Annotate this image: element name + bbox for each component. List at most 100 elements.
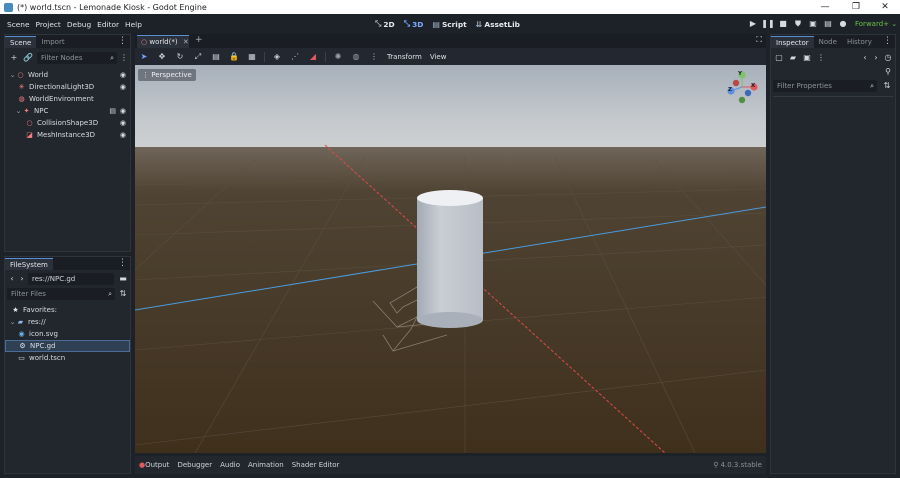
toolbar-separator — [325, 51, 326, 62]
maximize-button[interactable]: ❐ — [841, 0, 871, 14]
menu-help[interactable]: Help — [122, 20, 145, 29]
gizmo-y-label: Y — [738, 71, 742, 77]
transform-menu[interactable]: Transform — [387, 53, 422, 61]
tab-import[interactable]: Import — [36, 36, 69, 48]
bottom-panel-bar: ●Output Debugger Audio Animation Shader … — [135, 456, 766, 474]
perspective-menu[interactable]: ⋮ Perspective — [138, 69, 196, 81]
list-select-icon[interactable]: ▤ — [210, 51, 222, 63]
tab-filesystem[interactable]: FileSystem — [5, 258, 53, 270]
play-custom-scene-icon[interactable]: ▤ — [821, 17, 835, 31]
scene-tab-world[interactable]: ○ world(*) ✕ — [137, 35, 189, 48]
movie-maker-icon[interactable]: ● — [836, 17, 850, 31]
filesystem-dock-menu-icon[interactable]: ⋮ — [118, 258, 127, 268]
tab-assetlib[interactable]: ⇊ AssetLib — [476, 19, 520, 29]
sort-icon[interactable]: ⇅ — [117, 288, 129, 300]
forward-arrow-icon[interactable]: › — [16, 273, 28, 285]
property-options-icon[interactable]: ⇅ — [881, 80, 893, 92]
fs-item-icon-svg[interactable]: ◉ icon.svg — [5, 328, 130, 340]
rotate-mode-icon[interactable]: ↻ — [174, 51, 186, 63]
tab-inspector[interactable]: Inspector — [771, 36, 814, 48]
fs-item-res[interactable]: ⌄ ▰ res:// — [5, 316, 130, 328]
scene-dock-menu-icon[interactable]: ⋮ — [118, 36, 127, 46]
local-space-icon[interactable]: ◈ — [271, 51, 283, 63]
object-history-icon[interactable]: ◷ — [882, 52, 894, 64]
play-icon[interactable]: ▶ — [746, 17, 760, 31]
add-scene-tab-button[interactable]: + — [195, 35, 203, 45]
visibility-eye-icon[interactable]: ◉ — [120, 117, 126, 129]
scene-tree-options-icon[interactable]: ⋮ — [118, 52, 130, 64]
pause-icon[interactable]: ❚❚ — [761, 17, 775, 31]
node-settings-icon[interactable]: ⚲ — [882, 66, 894, 78]
camera-override-icon[interactable]: ◢ — [307, 51, 319, 63]
minimize-button[interactable]: — — [810, 0, 840, 14]
visibility-eye-icon[interactable]: ◉ — [120, 105, 126, 117]
visibility-eye-icon[interactable]: ◉ — [120, 69, 126, 81]
tab-node[interactable]: Node — [814, 36, 842, 48]
menu-scene[interactable]: Scene — [4, 20, 33, 29]
filter-properties-input[interactable]: Filter Properties ⌕ — [773, 80, 877, 92]
distraction-free-icon[interactable]: ⛶ — [756, 35, 762, 45]
renderer-select[interactable]: Forward+ ⌄ — [855, 20, 897, 28]
remote-debug-icon[interactable]: ⛊ — [791, 17, 805, 31]
preview-options-icon[interactable]: ⋮ — [368, 51, 380, 63]
script-attached-icon[interactable]: ▤ — [109, 105, 116, 117]
toggle-split-mode-icon[interactable]: ▬ — [117, 273, 129, 285]
tab-history[interactable]: History — [842, 36, 877, 48]
open-resource-icon[interactable]: ▰ — [787, 52, 799, 64]
fs-item-favorites[interactable]: ★ Favorites: — [5, 304, 130, 316]
instance-scene-icon[interactable]: 🔗 — [22, 52, 34, 64]
group-icon[interactable]: ▦ — [246, 51, 258, 63]
play-scene-icon[interactable]: ▣ — [806, 17, 820, 31]
filter-files-input[interactable]: Filter Files ⌕ — [7, 288, 115, 300]
close-tab-icon[interactable]: ✕ — [183, 38, 189, 46]
output-tab[interactable]: ●Output — [139, 461, 169, 469]
tree-node-collisionshape3d[interactable]: ○ CollisionShape3D ◉ — [5, 117, 130, 129]
tree-node-world[interactable]: ⌄ ○ World ◉ — [5, 69, 130, 81]
resource-options-icon[interactable]: ⋮ — [815, 52, 827, 64]
environment-preview-icon[interactable]: ◍ — [350, 51, 362, 63]
filter-nodes-input[interactable]: Filter Nodes ⌕ — [37, 52, 117, 64]
viewport-3d[interactable]: Y X Z ⋮ Perspective — [135, 65, 766, 453]
menu-editor[interactable]: Editor — [94, 20, 122, 29]
scene-tabs: ○ world(*) ✕ + ⛶ — [135, 34, 766, 48]
sun-preview-icon[interactable]: ✺ — [332, 51, 344, 63]
save-resource-icon[interactable]: ▣ — [801, 52, 813, 64]
tab-scene[interactable]: Scene — [5, 36, 37, 48]
tree-node-directionallight3d[interactable]: ✳ DirectionalLight3D ◉ — [5, 81, 130, 93]
add-node-icon[interactable]: + — [8, 52, 20, 64]
search-icon: ⌕ — [110, 54, 114, 62]
close-button[interactable]: ✕ — [870, 0, 900, 14]
new-resource-icon[interactable]: ▢ — [773, 52, 785, 64]
search-icon: ⌕ — [108, 290, 112, 298]
light-icon: ✳ — [18, 83, 25, 91]
inspector-dock-menu-icon[interactable]: ⋮ — [883, 36, 892, 46]
menu-debug[interactable]: Debug — [64, 20, 94, 29]
audio-tab[interactable]: Audio — [220, 461, 240, 469]
visibility-eye-icon[interactable]: ◉ — [120, 81, 126, 93]
lock-icon[interactable]: 🔒 — [228, 51, 240, 63]
select-mode-icon[interactable]: ➤ — [138, 51, 150, 63]
path-field[interactable]: res://NPC.gd — [28, 273, 114, 285]
fs-item-world-tscn[interactable]: ▭ world.tscn — [5, 352, 130, 364]
move-mode-icon[interactable]: ✥ — [156, 51, 168, 63]
view-menu[interactable]: View — [430, 53, 447, 61]
fs-item-npc-gd[interactable]: ⚙ NPC.gd — [5, 340, 130, 352]
debugger-tab[interactable]: Debugger — [177, 461, 212, 469]
tab-2d[interactable]: ⤡ 2D — [375, 19, 395, 29]
tree-node-meshinstance3d[interactable]: ◪ MeshInstance3D ◉ — [5, 129, 130, 141]
godot-app-icon — [4, 2, 13, 12]
search-icon: ⌕ — [870, 82, 874, 90]
menu-project[interactable]: Project — [33, 20, 64, 29]
tree-node-worldenvironment[interactable]: ◍ WorldEnvironment — [5, 93, 130, 105]
snap-icon[interactable]: ⋰ — [289, 51, 301, 63]
tab-script[interactable]: ▤ Script — [432, 19, 466, 29]
tree-node-npc[interactable]: ⌄ ✦ NPC ▤ ◉ — [5, 105, 130, 117]
scale-mode-icon[interactable]: ⤢ — [192, 51, 204, 63]
window-title: (*) world.tscn - Lemonade Kiosk - Godot … — [17, 2, 207, 12]
tab-3d[interactable]: ⤡ 3D — [404, 19, 424, 29]
shader-editor-tab[interactable]: Shader Editor — [292, 461, 340, 469]
animation-tab[interactable]: Animation — [248, 461, 284, 469]
visibility-eye-icon[interactable]: ◉ — [120, 129, 126, 141]
history-forward-icon[interactable]: › — [870, 52, 882, 64]
stop-icon[interactable]: ■ — [776, 17, 790, 31]
